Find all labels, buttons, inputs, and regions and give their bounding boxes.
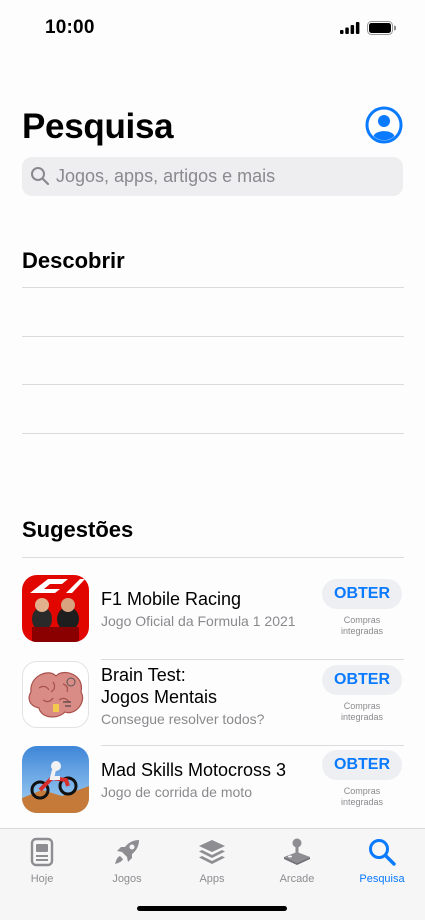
app-row-f1-mobile-racing[interactable]: F1 Mobile Racing Jogo Oficial da Formula… (22, 575, 404, 660)
mad-skills-app-icon (22, 746, 89, 813)
in-app-purchases-note: Compras integradas (322, 615, 402, 637)
get-button[interactable]: OBTER (322, 750, 402, 780)
tab-label: Jogos (112, 873, 142, 885)
app-subtitle: Consegue resolver todos? (101, 711, 265, 727)
divider (22, 384, 404, 385)
app-subtitle: Jogo Oficial da Formula 1 2021 (101, 613, 296, 629)
divider (22, 336, 404, 337)
page-header: Pesquisa (22, 104, 403, 150)
divider (22, 433, 404, 434)
tab-arcade[interactable]: Arcade (257, 837, 337, 887)
get-button[interactable]: OBTER (322, 665, 402, 695)
status-bar: 10:00 (0, 0, 425, 56)
brain-test-app-icon (22, 661, 89, 728)
status-time: 10:00 (45, 17, 95, 38)
search-icon (31, 167, 50, 186)
tab-today[interactable]: Hoje (2, 837, 82, 887)
layers-icon (199, 840, 225, 864)
tab-games[interactable]: Jogos (87, 837, 167, 887)
in-app-purchases-note: Compras integradas (322, 786, 402, 808)
search-icon (369, 839, 396, 866)
iap-line: integradas (340, 712, 384, 722)
divider (22, 287, 404, 288)
iap-line: Compras (343, 786, 381, 796)
iap-line: Compras (343, 701, 381, 711)
get-button[interactable]: OBTER (322, 579, 402, 609)
in-app-purchases-note: Compras integradas (322, 701, 402, 723)
search-input[interactable]: Jogos, apps, artigos e mais (22, 157, 403, 196)
divider (22, 557, 404, 558)
app-row-brain-test[interactable]: Brain Test: Jogos Mentais Consegue resol… (22, 661, 404, 746)
iap-line: integradas (340, 797, 384, 807)
app-subtitle: Jogo de corrida de moto (101, 784, 252, 800)
discover-title: Descobrir (22, 248, 125, 273)
rocket-icon (115, 840, 139, 864)
app-name: Mad Skills Motocross 3 (101, 760, 287, 780)
iap-line: integradas (340, 626, 384, 636)
today-icon (30, 837, 54, 867)
search-placeholder: Jogos, apps, artigos e mais (56, 166, 276, 186)
tab-label: Pesquisa (359, 873, 405, 885)
signal-icon (340, 22, 360, 34)
app-name: F1 Mobile Racing (101, 589, 242, 609)
suggestions-title: Sugestões (22, 517, 134, 542)
iap-line: Compras (343, 615, 381, 625)
app-name: Brain Test: (101, 665, 186, 685)
battery-icon (367, 21, 396, 35)
tab-search[interactable]: Pesquisa (342, 837, 422, 887)
tab-label: Hoje (30, 873, 54, 885)
joystick-icon (284, 838, 310, 865)
app-row-mad-skills-motocross-3[interactable]: Mad Skills Motocross 3 Jogo de corrida d… (22, 746, 404, 831)
tab-apps[interactable]: Apps (172, 837, 252, 887)
tab-label: Arcade (279, 873, 315, 885)
page-title: Pesquisa (22, 107, 174, 146)
f1-app-icon (22, 575, 89, 642)
account-icon[interactable] (365, 106, 403, 144)
home-indicator[interactable] (137, 906, 287, 911)
app-name-line2: Jogos Mentais (101, 687, 218, 707)
tab-label: Apps (199, 873, 225, 885)
divider (101, 659, 404, 660)
